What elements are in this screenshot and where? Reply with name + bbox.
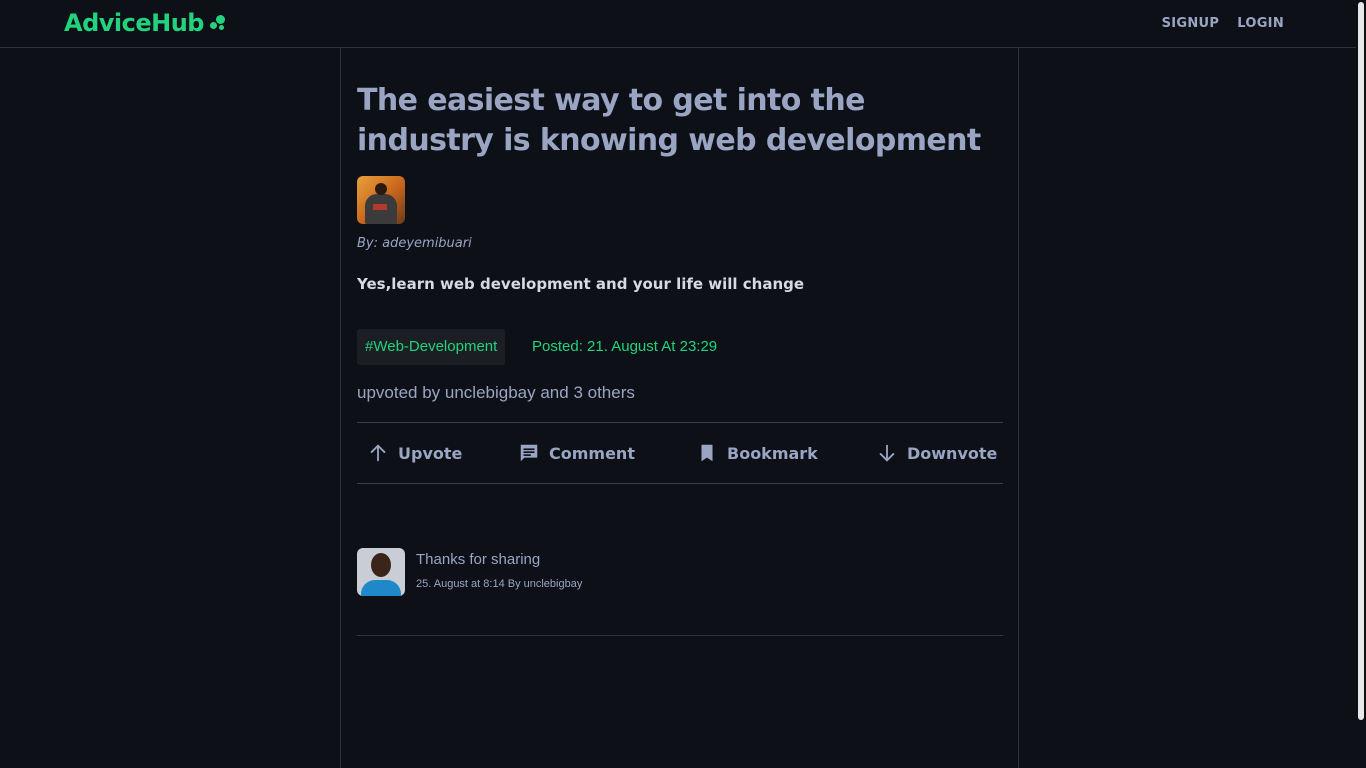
logo-text: AdviceHub (64, 9, 204, 37)
upvote-label: Upvote (398, 443, 463, 463)
logo[interactable]: AdviceHub (64, 9, 227, 37)
post-title: The easiest way to get into the industry… (357, 83, 981, 158)
bookmark-icon (701, 444, 713, 462)
header-nav: SIGNUP LOGIN (1162, 16, 1284, 31)
post-body: Yes,learn web development and your life … (357, 275, 805, 293)
bookmark-button[interactable]: Bookmark (696, 423, 818, 483)
comment-button[interactable]: Comment (518, 423, 635, 483)
comment-divider (357, 635, 1003, 636)
logo-dots-icon (207, 13, 227, 33)
arrow-down-icon (879, 444, 895, 462)
post-actions: Upvote Comment Bookmark Downvote (357, 422, 1003, 484)
post-date: Posted: 21. August At 23:29 (532, 338, 718, 355)
login-link[interactable]: LOGIN (1237, 16, 1284, 31)
bookmark-label: Bookmark (727, 443, 818, 463)
downvote-label: Downvote (907, 443, 998, 463)
author-avatar[interactable] (357, 176, 405, 224)
comment-label: Comment (549, 443, 635, 463)
scrollbar-thumb[interactable] (1358, 2, 1364, 720)
arrow-up-icon (370, 444, 386, 462)
post-author: By: adeyemibuari (357, 236, 472, 251)
post-column: The easiest way to get into the industry… (340, 48, 1019, 768)
upvote-button[interactable]: Upvote (367, 423, 462, 483)
comment-text: Thanks for sharing (416, 551, 541, 568)
downvote-button[interactable]: Downvote (876, 423, 997, 483)
comment-icon (520, 444, 538, 462)
comment-meta: 25. August at 8:14 By unclebigbay (416, 578, 583, 590)
signup-link[interactable]: SIGNUP (1162, 16, 1220, 31)
commenter-avatar[interactable] (357, 548, 405, 596)
upvote-summary: upvoted by unclebigbay and 3 others (357, 383, 635, 402)
post-tag[interactable]: #Web-Development (357, 329, 506, 365)
page-scrollbar[interactable] (1356, 0, 1366, 768)
top-header: AdviceHub SIGNUP LOGIN (0, 0, 1356, 48)
